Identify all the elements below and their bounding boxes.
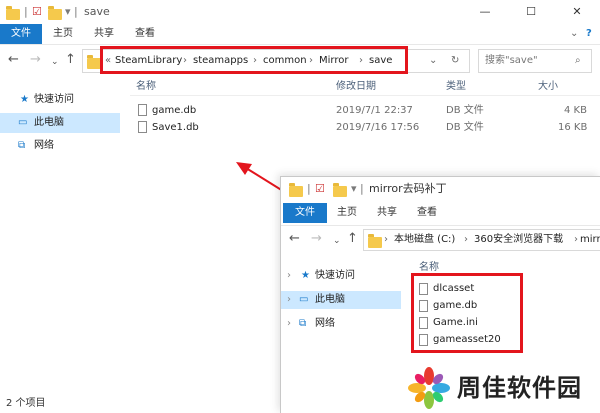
tab-file[interactable]: 文件 xyxy=(283,203,327,223)
divider: | xyxy=(360,182,364,195)
computer-icon: ▭ xyxy=(299,294,309,305)
sidebar-item-quick-access[interactable]: › ★ 快速访问 xyxy=(281,267,401,285)
tab-view[interactable]: 查看 xyxy=(417,203,437,223)
chevron-right-icon[interactable]: › xyxy=(287,315,291,333)
chevron-right-icon[interactable]: › xyxy=(287,291,291,309)
arrow-head xyxy=(236,162,252,175)
pinwheel-logo-icon xyxy=(408,367,450,409)
properties-icon[interactable]: ☑ xyxy=(315,182,325,196)
forward-icon[interactable]: → xyxy=(311,232,322,246)
secondary-address-bar[interactable]: › 本地磁盘 (C:) › 360安全浏览器下载 › mirror去 xyxy=(363,229,600,251)
breadcrumb-local-disk[interactable]: 本地磁盘 (C:) xyxy=(394,234,455,246)
watermark-text: 周佳软件园 xyxy=(457,374,582,402)
window-title: mirror去码补丁 xyxy=(369,182,447,195)
folder-icon xyxy=(289,183,303,197)
tab-home[interactable]: 主页 xyxy=(337,203,357,223)
folder-icon xyxy=(368,234,382,248)
quick-access-dropdown-icon[interactable]: ▾ xyxy=(351,182,357,196)
breadcrumb-mirror-patch[interactable]: mirror去 xyxy=(580,234,600,246)
tab-share[interactable]: 共享 xyxy=(377,203,397,223)
divider: | xyxy=(307,182,311,195)
files-highlight-box xyxy=(411,273,523,353)
star-icon: ★ xyxy=(301,270,310,281)
secondary-title-bar: | ☑ ▾ | mirror去码补丁 xyxy=(281,177,600,201)
chevron-right-icon[interactable]: › xyxy=(384,234,388,246)
sidebar-item-label: 快速访问 xyxy=(315,270,355,281)
sidebar-item-label: 此电脑 xyxy=(315,294,345,305)
breadcrumb-downloads[interactable]: 360安全浏览器下载 xyxy=(474,234,563,246)
secondary-ribbon-tabs: 文件 主页 共享 查看 xyxy=(281,203,600,223)
sidebar-item-this-pc[interactable]: › ▭ 此电脑 xyxy=(281,291,401,309)
sidebar-item-label: 网络 xyxy=(315,318,335,329)
watermark-logo: 周佳软件园 xyxy=(405,364,600,413)
secondary-navigation-bar: ← → ⌄ ↑ › 本地磁盘 (C:) › 360安全浏览器下载 › mirro… xyxy=(281,225,600,253)
network-icon: ⧉ xyxy=(299,318,307,329)
up-icon[interactable]: ↑ xyxy=(347,232,358,246)
chevron-right-icon[interactable]: › xyxy=(574,234,578,246)
new-folder-icon[interactable] xyxy=(333,183,347,197)
back-icon[interactable]: ← xyxy=(289,232,300,246)
sidebar-item-network[interactable]: › ⧉ 网络 xyxy=(281,315,401,333)
recent-locations-icon[interactable]: ⌄ xyxy=(333,234,341,248)
chevron-right-icon[interactable]: › xyxy=(287,267,291,285)
chevron-right-icon[interactable]: › xyxy=(464,234,468,246)
